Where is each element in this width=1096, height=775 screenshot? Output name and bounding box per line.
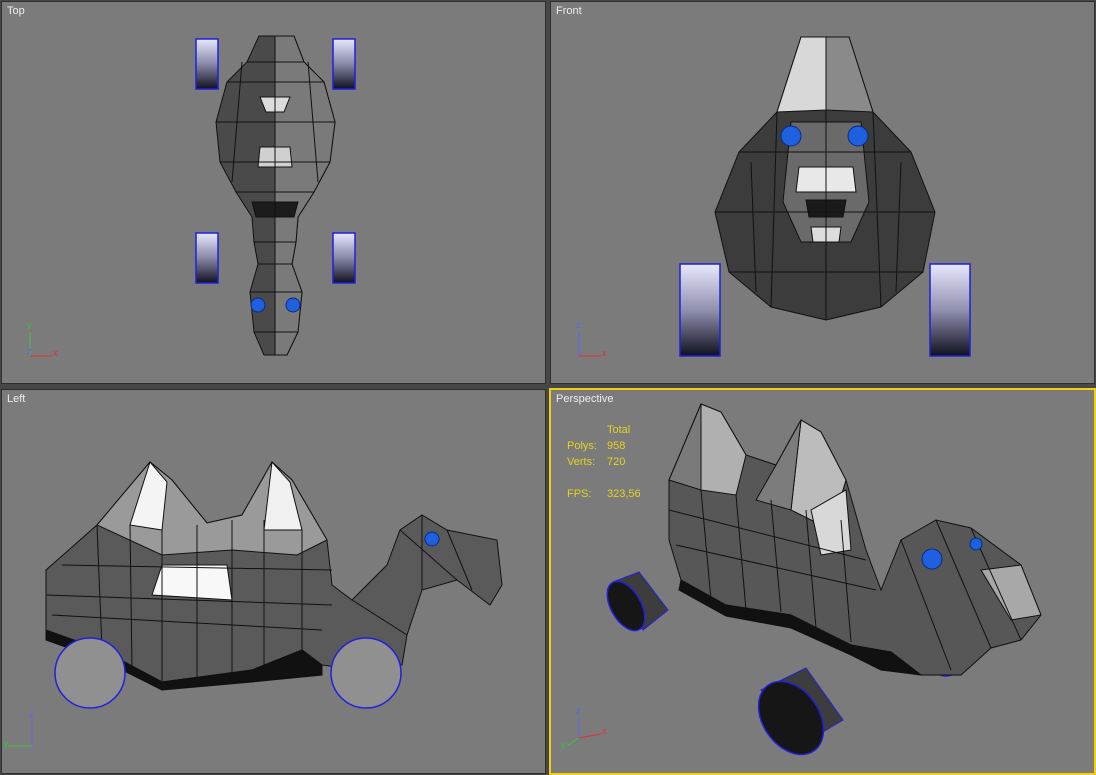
axis-label-z: z [576, 320, 581, 330]
stats-verts-value: 720 [607, 456, 626, 468]
eye-right[interactable] [285, 297, 301, 313]
axis-label-z: z [27, 346, 32, 356]
wheel-front-left[interactable] [195, 38, 219, 90]
wheel-front-left[interactable] [745, 667, 844, 767]
front-view-scene[interactable] [551, 2, 1095, 384]
axis-label-x: x [53, 348, 58, 358]
wheel-right[interactable] [929, 263, 971, 357]
left-view-scene[interactable] [2, 390, 546, 774]
wheel-rear-left[interactable] [600, 571, 669, 637]
stats-fps-value: 323,56 [607, 488, 641, 500]
axis-label-x: x [602, 726, 607, 736]
axis-gizmo-left: z y [4, 710, 44, 752]
wheel-left[interactable] [679, 263, 721, 357]
axis-label-z: z [29, 710, 34, 720]
axis-gizmo-front: z x [573, 320, 613, 362]
stats-verts-label: Verts: [567, 456, 596, 468]
wheel-rear-right[interactable] [332, 232, 356, 284]
wheel-front-right[interactable] [332, 38, 356, 90]
stats-polys-value: 958 [607, 440, 626, 452]
stats-fps-label: FPS: [567, 488, 592, 500]
eye-right[interactable] [969, 537, 983, 551]
stats-polys-label: Polys: [567, 440, 597, 452]
viewport-left[interactable]: Left z y [1, 389, 546, 774]
wheel-rear-left[interactable] [195, 232, 219, 284]
eye-right[interactable] [847, 125, 869, 147]
wheel-rear[interactable] [54, 637, 126, 709]
wheel-front[interactable] [330, 637, 402, 709]
perspective-view-scene[interactable] [551, 390, 1096, 775]
eye-left[interactable] [780, 125, 802, 147]
camel-mesh-perspective[interactable] [668, 403, 1042, 676]
axis-label-z: z [576, 706, 581, 716]
axis-label-x: x [602, 348, 607, 358]
eye-left[interactable] [921, 548, 943, 570]
top-view-scene[interactable] [2, 2, 546, 384]
camel-mesh-front[interactable] [714, 36, 936, 321]
axis-gizmo-top: y z x [24, 320, 64, 362]
axis-label-y: y [561, 740, 566, 750]
eye-left[interactable] [250, 297, 266, 313]
axis-label-y: y [27, 320, 32, 330]
viewport-front[interactable]: Front z x [550, 1, 1095, 384]
viewport-top[interactable]: Top y z x [1, 1, 546, 384]
viewport-perspective[interactable]: Perspective Total Polys: 958 Verts: 720 … [549, 388, 1096, 775]
axis-label-y: y [4, 738, 9, 748]
camel-mesh-top[interactable] [215, 35, 336, 356]
stats-header: Total [607, 424, 631, 436]
eye[interactable] [424, 531, 440, 547]
axis-gizmo-perspective: z x y [561, 706, 611, 752]
